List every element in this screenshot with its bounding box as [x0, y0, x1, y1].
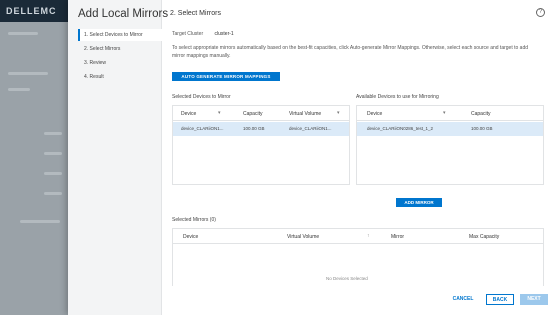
wizard-step-3[interactable]: 3. Review — [78, 57, 162, 69]
next-button[interactable]: NEXT — [520, 294, 548, 305]
background-line — [44, 192, 62, 195]
cell-virtual-volume: device_CLARiiON1... — [289, 126, 332, 131]
wizard-steps-panel: Add Local Mirrors 1. Select Devices to M… — [68, 0, 168, 315]
target-cluster-label: Target Cluster — [172, 31, 204, 37]
step-label: 1. Select Devices to Mirror — [84, 32, 143, 38]
cell-capacity: 100.00 GB — [471, 126, 493, 131]
dialog-footer: CANCEL BACK NEXT — [162, 290, 553, 310]
cell-device: device_CLARiiON0286_test_1_2 — [367, 126, 434, 131]
dialog-title: Add Local Mirrors — [78, 8, 169, 20]
wizard-step-4[interactable]: 4. Result — [78, 71, 162, 83]
column-header-virtual-volume[interactable]: Virtual Volume — [289, 111, 321, 117]
background-line — [44, 172, 62, 175]
column-header-virtual-volume[interactable]: Virtual Volume — [287, 234, 319, 240]
step-heading: 2. Select Mirrors — [170, 10, 221, 17]
selected-devices-grid: Device ▾ Capacity Virtual Volume ▾ devic… — [172, 105, 350, 185]
grid-header: Device ▾ Capacity — [357, 106, 543, 121]
cancel-button[interactable]: CANCEL — [448, 294, 478, 305]
empty-state-text: No Devices Selected — [326, 276, 368, 281]
filter-icon[interactable]: ▾ — [218, 110, 221, 116]
background-line — [44, 132, 62, 135]
table-row[interactable]: device_CLARiiON1... 100.00 GB device_CLA… — [173, 122, 349, 136]
column-header-device[interactable]: Device — [367, 111, 382, 117]
back-button[interactable]: BACK — [486, 294, 514, 305]
background-line — [8, 32, 38, 35]
step-label: 2. Select Mirrors — [84, 46, 121, 52]
column-header-capacity[interactable]: Capacity — [471, 111, 490, 117]
background-line — [8, 88, 30, 91]
step-label: 3. Review — [84, 60, 106, 66]
question-icon[interactable]: ? — [536, 8, 545, 17]
add-mirror-button[interactable]: ADD MIRROR — [396, 198, 442, 207]
auto-generate-mirror-mappings-button[interactable]: AUTO GENERATE MIRROR MAPPINGS — [172, 72, 280, 81]
target-cluster-value: cluster-1 — [214, 31, 234, 37]
instructions-text: To select appropriate mirrors automatica… — [172, 45, 529, 59]
dell-emc-logo: DELLEMC — [6, 6, 57, 16]
grid-header: Device Virtual Volume ↑ Mirror Max Capac… — [173, 229, 543, 244]
column-header-max-capacity[interactable]: Max Capacity — [469, 234, 499, 240]
background-line — [20, 220, 60, 223]
background-line — [8, 72, 48, 75]
column-header-mirror[interactable]: Mirror — [391, 234, 404, 240]
filter-icon[interactable]: ▾ — [337, 110, 340, 116]
available-devices-label: Available Devices to use for Mirroring — [356, 94, 439, 100]
column-header-device[interactable]: Device — [181, 111, 196, 117]
cell-capacity: 100.00 GB — [243, 126, 265, 131]
column-header-device[interactable]: Device — [183, 234, 198, 240]
selected-mirrors-label: Selected Mirrors (0) — [172, 217, 216, 223]
background-sidebar — [0, 22, 68, 315]
available-devices-grid: Device ▾ Capacity device_CLARiiON0286_te… — [356, 105, 544, 185]
wizard-step-1[interactable]: 1. Select Devices to Mirror — [78, 29, 162, 41]
add-local-mirrors-dialog: Add Local Mirrors 1. Select Devices to M… — [68, 0, 553, 315]
grid-header: Device ▾ Capacity Virtual Volume ▾ — [173, 106, 349, 121]
target-cluster-row: Target Cluster cluster-1 — [172, 31, 234, 37]
table-row[interactable]: device_CLARiiON0286_test_1_2 100.00 GB — [357, 122, 543, 136]
sort-icon[interactable]: ↑ — [367, 233, 370, 239]
wizard-content: 2. Select Mirrors ? Target Cluster clust… — [162, 0, 553, 315]
column-header-capacity[interactable]: Capacity — [243, 111, 262, 117]
background-line — [44, 152, 62, 155]
selected-devices-label: Selected Devices to Mirror — [172, 94, 231, 100]
cell-device: device_CLARiiON1... — [181, 126, 224, 131]
filter-icon[interactable]: ▾ — [443, 110, 446, 116]
wizard-step-2[interactable]: 2. Select Mirrors — [78, 43, 162, 55]
step-label: 4. Result — [84, 74, 104, 80]
